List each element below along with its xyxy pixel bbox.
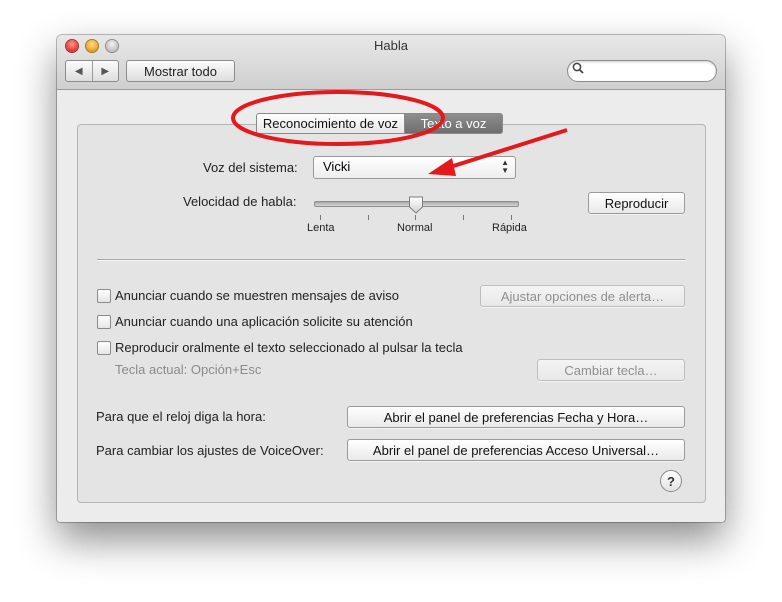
current-key-label: Tecla actual: Opción+Esc [115,362,262,377]
preferences-window: Habla ◀ ▶ Mostrar todo Reconocimiento de… [57,35,725,522]
voiceover-label: Para cambiar los ajustes de VoiceOver: [96,443,324,458]
play-button[interactable]: Reproducir [588,192,685,214]
slider-tick [320,215,321,220]
alert-announce-label[interactable]: Anunciar cuando se muestren mensajes de … [115,288,399,303]
speak-selection-label[interactable]: Reproducir oralmente el texto selecciona… [115,340,463,355]
tick-label-slow: Lenta [307,222,335,234]
slider-tick [368,215,369,220]
tab-text-to-speech[interactable]: Texto a voz [405,113,503,134]
open-date-time-prefs-button[interactable]: Abrir el panel de preferencias Fecha y H… [347,406,685,428]
system-voice-label: Voz del sistema: [203,160,298,175]
speaking-rate-label: Velocidad de habla: [183,194,297,209]
system-voice-value: Vicki [323,159,351,174]
slider-tick [463,215,464,220]
window-title: Habla [374,38,408,53]
slider-tick [511,215,512,220]
attention-announce-label[interactable]: Anunciar cuando una aplicación solicite … [115,314,413,329]
popup-arrows-icon: ▲ ▼ [501,158,509,175]
open-universal-access-prefs-button[interactable]: Abrir el panel de preferencias Acceso Un… [347,439,685,461]
back-arrow-icon: ◀ [74,65,83,77]
back-button[interactable]: ◀ [66,61,93,81]
search-field[interactable] [567,60,717,82]
forward-button[interactable]: ▶ [93,61,119,81]
slider-tick [415,215,416,220]
nav-buttons: ◀ ▶ [65,60,119,82]
separator [97,259,685,261]
tab-speech-recognition[interactable]: Reconocimiento de voz [256,113,405,134]
help-button[interactable]: ? [660,470,682,492]
search-icon [572,62,584,77]
forward-arrow-icon: ▶ [101,65,110,77]
speaking-rate-slider-thumb[interactable] [408,196,424,214]
tick-label-normal: Normal [397,222,433,234]
clock-label: Para que el reloj diga la hora: [96,409,266,424]
alert-announce-checkbox[interactable] [97,289,111,303]
tab-bar: Reconocimiento de voz Texto a voz [256,113,503,134]
change-key-button[interactable]: Cambiar tecla… [537,359,685,381]
system-voice-popup[interactable]: Vicki ▲ ▼ [313,156,516,179]
tick-label-fast: Rápida [492,222,527,234]
alert-options-button[interactable]: Ajustar opciones de alerta… [480,285,685,307]
show-all-button[interactable]: Mostrar todo [126,60,235,82]
toolbar: Habla ◀ ▶ Mostrar todo [57,35,725,90]
attention-announce-checkbox[interactable] [97,315,111,329]
speak-selection-checkbox[interactable] [97,341,111,355]
search-input[interactable] [588,63,712,80]
